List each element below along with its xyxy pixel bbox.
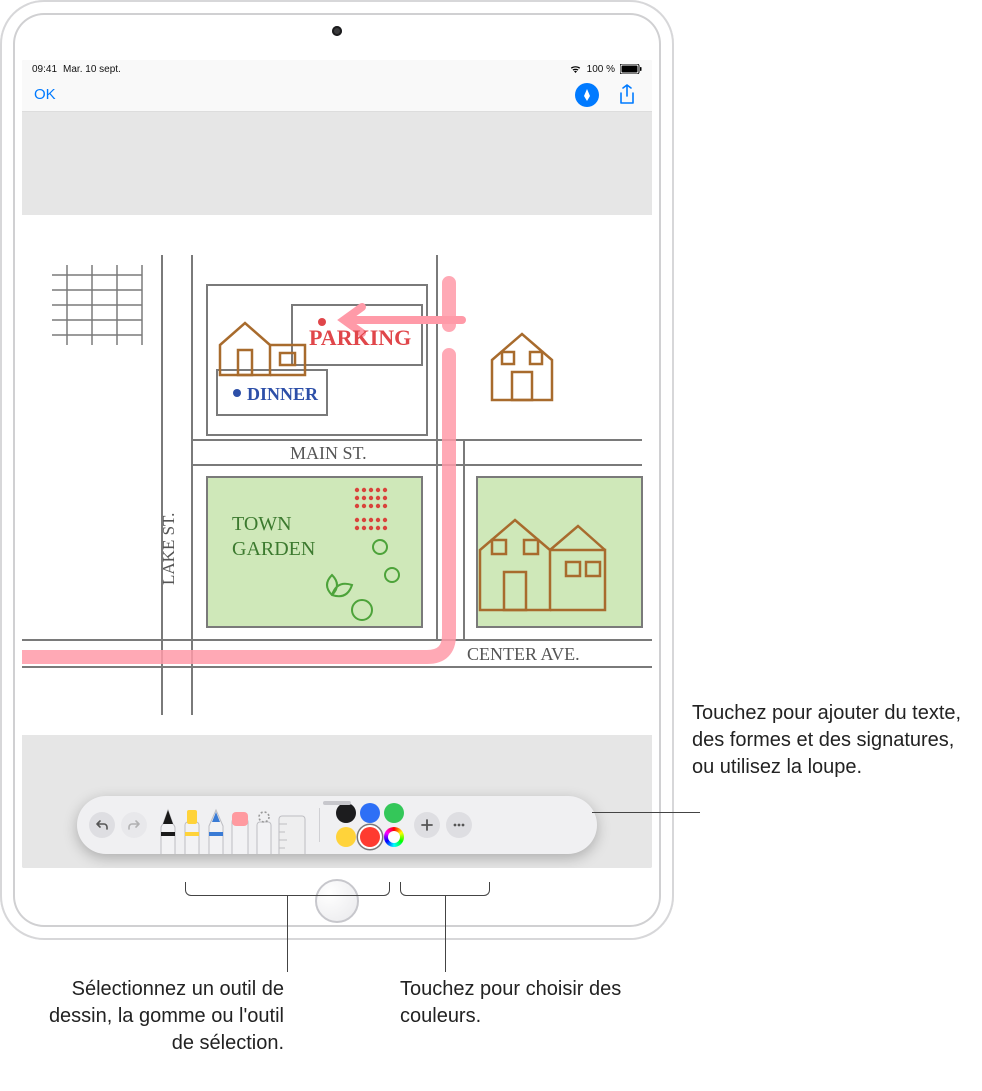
status-date: Mar. 10 sept. (63, 64, 121, 75)
drawing-tools-group (157, 796, 307, 854)
ok-button[interactable]: OK (34, 86, 56, 103)
battery-text: 100 % (587, 64, 615, 75)
status-time: 09:41 (32, 64, 57, 75)
plus-icon (420, 818, 434, 832)
markup-toggle-button[interactable] (574, 82, 600, 108)
ellipsis-icon (452, 818, 466, 832)
share-icon (618, 84, 636, 106)
redo-button[interactable] (121, 812, 147, 838)
center-ave-label: CENTER AVE. (467, 644, 580, 664)
eraser-tool[interactable] (229, 808, 251, 854)
share-button[interactable] (614, 82, 640, 108)
callout-leader-add (592, 812, 700, 813)
color-red[interactable] (360, 827, 380, 847)
parking-label: PARKING (309, 325, 411, 350)
callout-leader-colors (445, 896, 446, 972)
undo-button[interactable] (89, 812, 115, 838)
marker-tool[interactable] (181, 808, 203, 854)
battery-icon (620, 64, 642, 74)
color-green[interactable] (384, 803, 404, 823)
town-garden-label-2: GARDEN (232, 538, 315, 560)
toolbar-drag-handle[interactable] (323, 801, 351, 805)
callout-colors-text: Touchez pour choisir des couleurs. (400, 976, 630, 1030)
town-garden-label-1: TOWN (232, 513, 292, 535)
callout-bracket-colors (400, 882, 490, 896)
color-blue[interactable] (360, 803, 380, 823)
callout-bracket-tools (185, 882, 390, 896)
lasso-tool[interactable] (253, 808, 275, 854)
main-st-label: MAIN ST. (290, 443, 367, 463)
more-button[interactable] (446, 812, 472, 838)
status-bar: 09:41 Mar. 10 sept. 100 % (22, 60, 652, 78)
pencil-tool[interactable] (205, 808, 227, 854)
ipad-device-frame: 09:41 Mar. 10 sept. 100 % OK (0, 0, 674, 940)
toolbar-separator (319, 808, 320, 842)
screen: 09:41 Mar. 10 sept. 100 % OK (22, 60, 652, 868)
add-button[interactable] (414, 812, 440, 838)
color-palette (336, 803, 404, 847)
markup-toolbar (77, 796, 597, 854)
undo-icon (95, 818, 109, 832)
callout-tools-text: Sélectionnez un outil de dessin, la gomm… (24, 976, 284, 1057)
callout-leader-tools (287, 896, 288, 972)
ruler-tool[interactable] (277, 808, 307, 854)
pen-tip-icon (580, 88, 594, 102)
redo-icon (127, 818, 141, 832)
callout-add-text: Touchez pour ajouter du texte, des forme… (692, 700, 972, 781)
map-drawing: PARKING DINNER MAIN ST. LAKE ST. TOWN GA… (22, 215, 652, 735)
lake-st-label: LAKE ST. (159, 513, 178, 585)
pen-tool[interactable] (157, 808, 179, 854)
wifi-icon (569, 64, 582, 74)
color-black[interactable] (336, 803, 356, 823)
camera-dot (332, 26, 342, 36)
color-picker-wheel[interactable] (384, 827, 404, 847)
canvas-area: PARKING DINNER MAIN ST. LAKE ST. TOWN GA… (22, 112, 652, 868)
drawing-canvas[interactable]: PARKING DINNER MAIN ST. LAKE ST. TOWN GA… (22, 215, 652, 735)
color-yellow[interactable] (336, 827, 356, 847)
nav-bar: OK (22, 78, 652, 112)
dinner-label: DINNER (247, 384, 319, 404)
